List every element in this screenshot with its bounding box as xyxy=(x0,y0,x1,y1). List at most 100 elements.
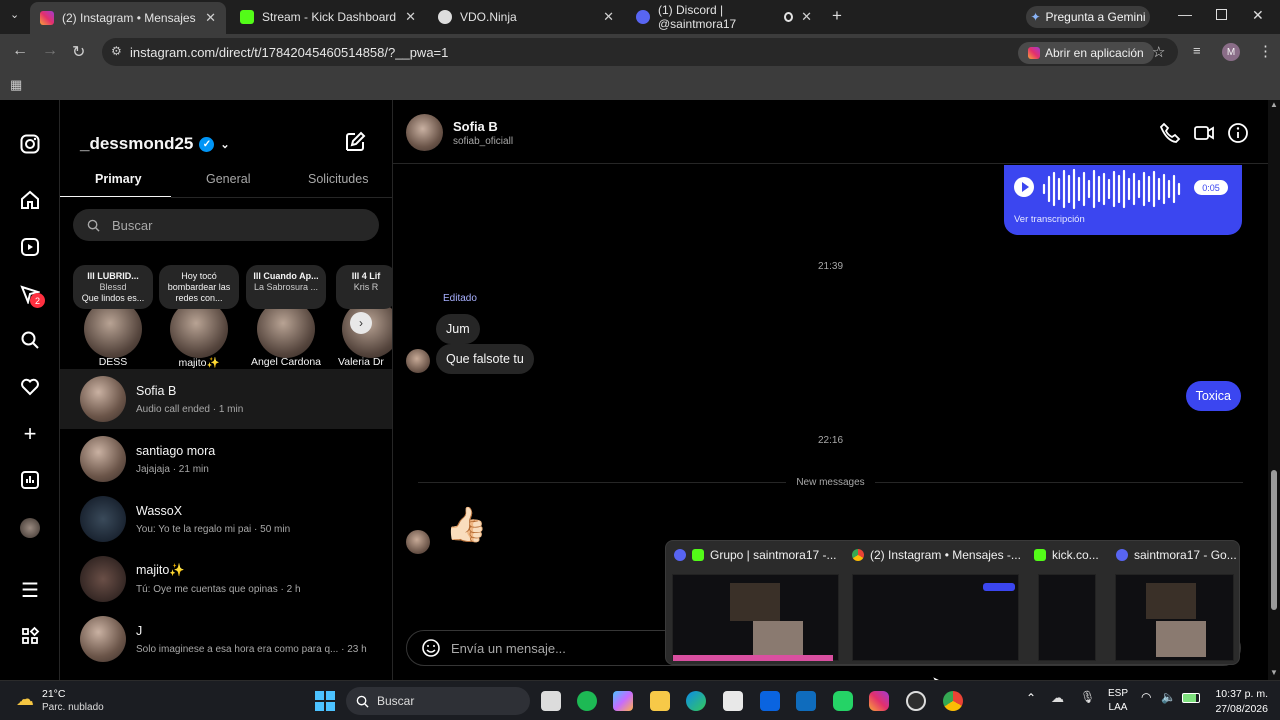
media-controls-icon[interactable]: ≡ xyxy=(1193,43,1201,58)
copilot-app-icon[interactable] xyxy=(613,691,633,711)
account-switcher[interactable]: _dessmond25 ✓ ⌄ xyxy=(80,134,230,154)
preview-item-title[interactable]: kick.co... xyxy=(1034,548,1099,562)
new-message-icon[interactable] xyxy=(344,131,366,158)
note-bubble[interactable]: Ill Cuando Ap... La Sabrosura ... xyxy=(246,265,326,309)
volume-icon[interactable]: 🔈 xyxy=(1161,690,1176,704)
url-bar[interactable]: ⚙ instagram.com/direct/t/178420454605148… xyxy=(102,38,1178,66)
onedrive-icon[interactable]: ☁ xyxy=(1051,690,1064,706)
preview-item-title[interactable]: Grupo | saintmora17 -... xyxy=(674,548,837,562)
more-menu-icon[interactable]: ☰ xyxy=(18,578,42,602)
maximize-icon[interactable] xyxy=(1216,9,1227,20)
info-icon[interactable] xyxy=(1227,122,1249,149)
reload-icon[interactable]: ↻ xyxy=(72,42,85,62)
audio-message[interactable]: 0:05 Ver transcripción xyxy=(1004,165,1242,235)
profile-avatar[interactable]: M xyxy=(1222,43,1240,61)
reels-icon[interactable] xyxy=(18,235,42,259)
task-view-icon[interactable] xyxy=(541,691,561,711)
thread-item[interactable]: J Solo imaginese a esa hora era como par… xyxy=(60,609,392,669)
app-icon[interactable] xyxy=(760,691,780,711)
apps-grid-icon[interactable]: ▦ xyxy=(10,77,22,93)
dashboard-icon[interactable] xyxy=(18,468,42,492)
preview-thumbnail[interactable] xyxy=(672,574,839,661)
forward-icon[interactable]: → xyxy=(42,42,58,60)
scrollbar[interactable]: ▲ ▼ xyxy=(1268,100,1280,680)
preview-thumbnail[interactable] xyxy=(852,574,1019,661)
tab-primary[interactable]: Primary xyxy=(95,172,142,186)
taskbar-search[interactable]: Buscar xyxy=(346,687,530,715)
search-input[interactable]: Buscar xyxy=(73,209,379,241)
minimize-icon[interactable]: — xyxy=(1178,6,1192,22)
thread-item[interactable]: WassoX You: Yo te la regalo mi pai · 50 … xyxy=(60,489,392,549)
tab-kick[interactable]: Stream - Kick Dashboard ✕ xyxy=(230,4,426,30)
chat-avatar[interactable] xyxy=(406,114,443,151)
meta-apps-icon[interactable] xyxy=(18,624,42,648)
close-tab-icon[interactable]: ✕ xyxy=(205,10,216,26)
video-call-icon[interactable] xyxy=(1193,122,1215,149)
search-icon[interactable] xyxy=(18,328,42,352)
menu-dots-icon[interactable]: ⋮ xyxy=(1258,42,1273,60)
weather-temp[interactable]: 21°C xyxy=(42,688,65,700)
sent-message[interactable]: Toxica xyxy=(1185,381,1241,411)
chat-name[interactable]: Sofia B xyxy=(453,119,498,134)
scrollbar-thumb[interactable] xyxy=(1271,470,1277,610)
close-tab-icon[interactable]: ✕ xyxy=(603,9,614,25)
scroll-down-icon[interactable]: ▼ xyxy=(1270,668,1278,677)
file-explorer-icon[interactable] xyxy=(650,691,670,711)
close-tab-icon[interactable]: ✕ xyxy=(405,9,416,25)
messages-icon[interactable]: 2 xyxy=(18,282,45,308)
notifications-heart-icon[interactable] xyxy=(18,375,42,399)
preview-thumbnail[interactable] xyxy=(1115,574,1234,661)
store-icon[interactable] xyxy=(723,691,743,711)
profile-avatar[interactable] xyxy=(18,516,42,540)
preview-thumbnail[interactable] xyxy=(1038,574,1096,661)
microphone-icon[interactable]: 🎙 xyxy=(1080,690,1095,704)
received-message[interactable]: Que falsote tu xyxy=(436,344,534,374)
create-plus-icon[interactable]: + xyxy=(18,421,42,446)
site-info-icon[interactable]: ⚙ xyxy=(111,44,122,58)
gemini-button[interactable]: ✦ Pregunta a Gemini xyxy=(1026,6,1150,28)
instagram-logo-icon[interactable] xyxy=(18,132,42,156)
outlook-icon[interactable] xyxy=(796,691,816,711)
note-bubble[interactable]: Hoy tocó bombardear las redes con... xyxy=(159,265,239,309)
preview-item-title[interactable]: saintmora17 - Go... xyxy=(1116,548,1237,562)
tab-discord[interactable]: (1) Discord | @saintmora17 ✕ xyxy=(626,3,822,31)
thumbs-up-reaction[interactable]: 👍🏻 xyxy=(445,505,487,545)
new-tab-icon[interactable]: + xyxy=(832,6,842,26)
home-icon[interactable] xyxy=(18,188,42,212)
tab-instagram[interactable]: (2) Instagram • Mensajes ✕ xyxy=(30,2,226,34)
bookmark-star-icon[interactable]: ☆ xyxy=(1152,43,1165,61)
tab-search-chevron-icon[interactable]: ⌄ xyxy=(10,8,19,21)
obs-icon[interactable] xyxy=(906,691,926,711)
note-bubble[interactable]: Ill LUBRID... Blessd Que lindos es... xyxy=(73,265,153,309)
emoji-icon[interactable] xyxy=(421,638,441,658)
chrome-icon[interactable] xyxy=(943,691,963,711)
start-button[interactable] xyxy=(315,691,335,711)
thread-item[interactable]: Sofia B Audio call ended · 1 min xyxy=(60,369,392,429)
preview-item-title[interactable]: (2) Instagram • Mensajes -... xyxy=(852,548,1021,562)
close-tab-icon[interactable]: ✕ xyxy=(801,9,812,25)
copilot-icon[interactable] xyxy=(577,691,597,711)
tray-chevron-up-icon[interactable]: ⌃ xyxy=(1026,691,1036,705)
close-window-icon[interactable]: ✕ xyxy=(1252,7,1264,24)
transcription-link[interactable]: Ver transcripción xyxy=(1014,214,1085,225)
tab-vdo-ninja[interactable]: VDO.Ninja ✕ xyxy=(428,4,624,30)
whatsapp-icon[interactable] xyxy=(833,691,853,711)
tab-requests[interactable]: Solicitudes xyxy=(308,172,368,186)
back-icon[interactable]: ← xyxy=(12,42,28,60)
thread-item[interactable]: majito✨ Tú: Oye me cuentas que opinas · … xyxy=(60,549,392,609)
clock[interactable]: 10:37 p. m. 27/08/2026 xyxy=(1212,688,1268,715)
edge-icon[interactable] xyxy=(686,691,706,711)
wifi-icon[interactable]: ◠ xyxy=(1141,690,1151,704)
received-message[interactable]: Jum xyxy=(436,314,480,344)
open-in-app-button[interactable]: Abrir en aplicación xyxy=(1018,42,1154,64)
instagram-icon[interactable] xyxy=(869,691,889,711)
play-icon[interactable] xyxy=(1014,177,1034,197)
thread-item[interactable]: santiago mora Jajajaja · 21 min xyxy=(60,429,392,489)
notes-next-arrow-icon[interactable]: › xyxy=(350,312,372,334)
battery-icon[interactable] xyxy=(1182,693,1200,703)
note-bubble[interactable]: Ill 4 Lif Kris R xyxy=(336,265,392,309)
scroll-up-icon[interactable]: ▲ xyxy=(1270,100,1278,109)
audio-call-icon[interactable] xyxy=(1159,122,1181,149)
tab-general[interactable]: General xyxy=(206,172,250,186)
language-indicator[interactable]: ESP LAA xyxy=(1108,688,1128,713)
